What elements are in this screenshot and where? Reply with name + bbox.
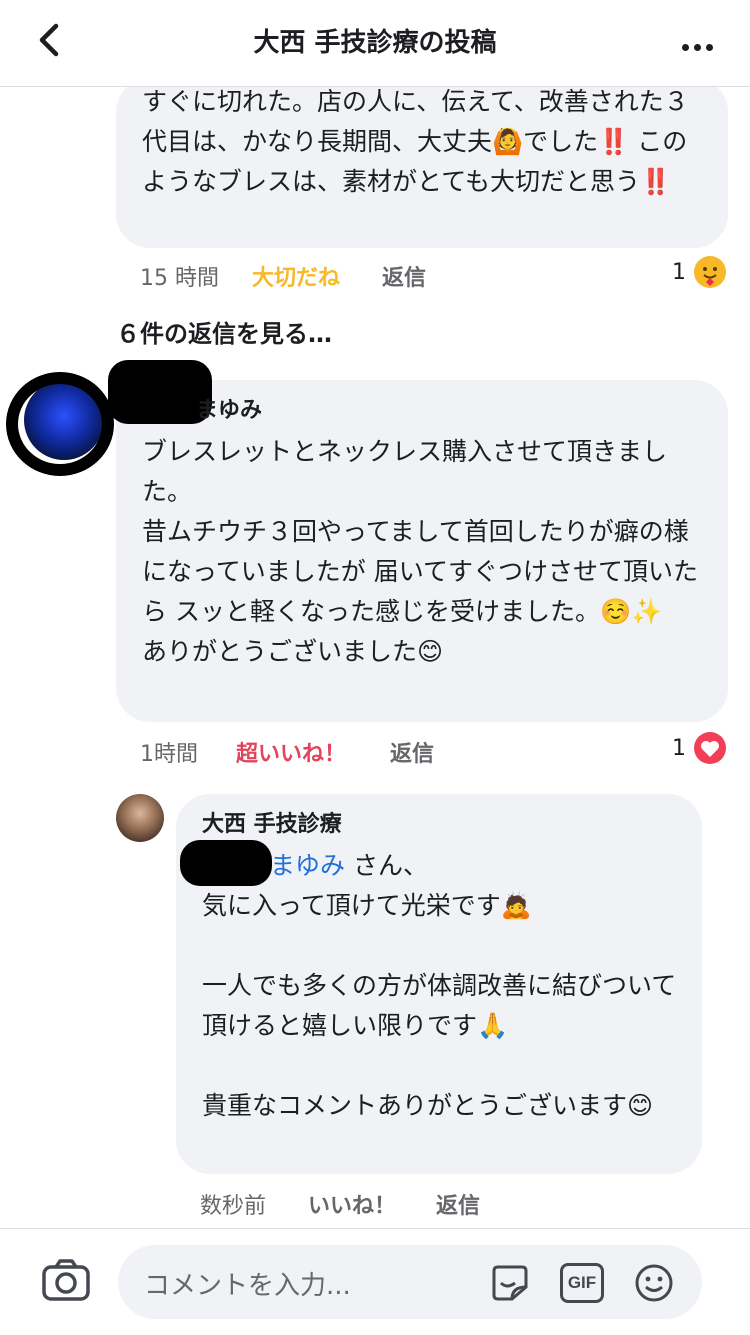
reaction-count[interactable]: 1 bbox=[672, 260, 686, 285]
top-bar: 大西 手技診療の投稿 bbox=[0, 0, 750, 87]
reply-timestamp: 数秒前 bbox=[200, 1194, 267, 1219]
avatar[interactable] bbox=[116, 794, 164, 842]
comment-author[interactable]: まゆみ bbox=[196, 396, 262, 426]
comment-timestamp: 1時間 bbox=[140, 742, 198, 767]
gif-button[interactable]: GIF bbox=[560, 1263, 604, 1303]
reply-link[interactable]: 返信 bbox=[436, 1188, 480, 1220]
comment-meta: 15 時間 大切だね 返信 bbox=[140, 260, 740, 292]
mention-suffix: さん、 bbox=[345, 851, 428, 880]
reply-author[interactable]: 大西 手技診療 bbox=[202, 810, 342, 840]
more-options-icon[interactable] bbox=[682, 36, 722, 51]
reaction-count[interactable]: 1 bbox=[672, 736, 686, 761]
reply-bubble[interactable]: 大西 手技診療 まゆみ さん、 気に入って頂けて光栄です🙇 一人でも多くの方が体… bbox=[176, 794, 702, 1174]
comment-input-placeholder: コメントを入力... bbox=[144, 1271, 351, 1301]
heart-reaction-icon bbox=[694, 732, 726, 764]
care-reaction-icon bbox=[694, 256, 726, 288]
reply-meta: 数秒前 いいね！ 返信 bbox=[200, 1188, 700, 1220]
comment-timestamp: 15 時間 bbox=[140, 266, 219, 291]
like-link[interactable]: いいね！ bbox=[308, 1188, 396, 1220]
comment-meta: 1時間 超いいね！ 返信 bbox=[140, 736, 740, 768]
comment-composer: コメントを入力... GIF bbox=[0, 1228, 750, 1335]
view-replies-link[interactable]: ６件の返信を見る… bbox=[116, 314, 332, 349]
sticker-icon[interactable] bbox=[488, 1263, 532, 1303]
gif-label: GIF bbox=[567, 1273, 597, 1292]
redaction-mark bbox=[6, 372, 114, 476]
reply-link[interactable]: 返信 bbox=[382, 260, 426, 292]
comment-text: すぐに切れた。店の人に、伝えて、改善された３代目は、かなり長期間、大丈夫🙆でした… bbox=[142, 87, 689, 196]
camera-icon[interactable] bbox=[40, 1255, 92, 1305]
reply-text: 気に入って頂けて光栄です🙇 一人でも多くの方が体調改善に結びついて頂けると嬉しい… bbox=[202, 891, 677, 1120]
mention-link[interactable]: まゆみ bbox=[270, 851, 345, 880]
comment-bubble[interactable]: すぐに切れた。店の人に、伝えて、改善された３代目は、かなり長期間、大丈夫🙆でした… bbox=[116, 78, 728, 248]
smiley-icon[interactable] bbox=[632, 1263, 676, 1303]
reaction-label[interactable]: 大切だね bbox=[252, 260, 340, 292]
comment-text: ブレスレットとネックレス購入させて頂きました。 昔ムチウチ３回やってまして首回し… bbox=[142, 437, 698, 666]
reply-mention-line: まゆみ さん、 bbox=[270, 846, 428, 886]
reaction-label[interactable]: 超いいね！ bbox=[236, 736, 346, 768]
redaction-mark bbox=[180, 840, 272, 886]
comment-bubble[interactable]: まゆみ ブレスレットとネックレス購入させて頂きました。 昔ムチウチ３回やってまし… bbox=[108, 360, 728, 722]
page-title: 大西 手技診療の投稿 bbox=[253, 28, 497, 58]
reply-link[interactable]: 返信 bbox=[390, 736, 434, 768]
comment-input[interactable]: コメントを入力... GIF bbox=[118, 1245, 702, 1319]
